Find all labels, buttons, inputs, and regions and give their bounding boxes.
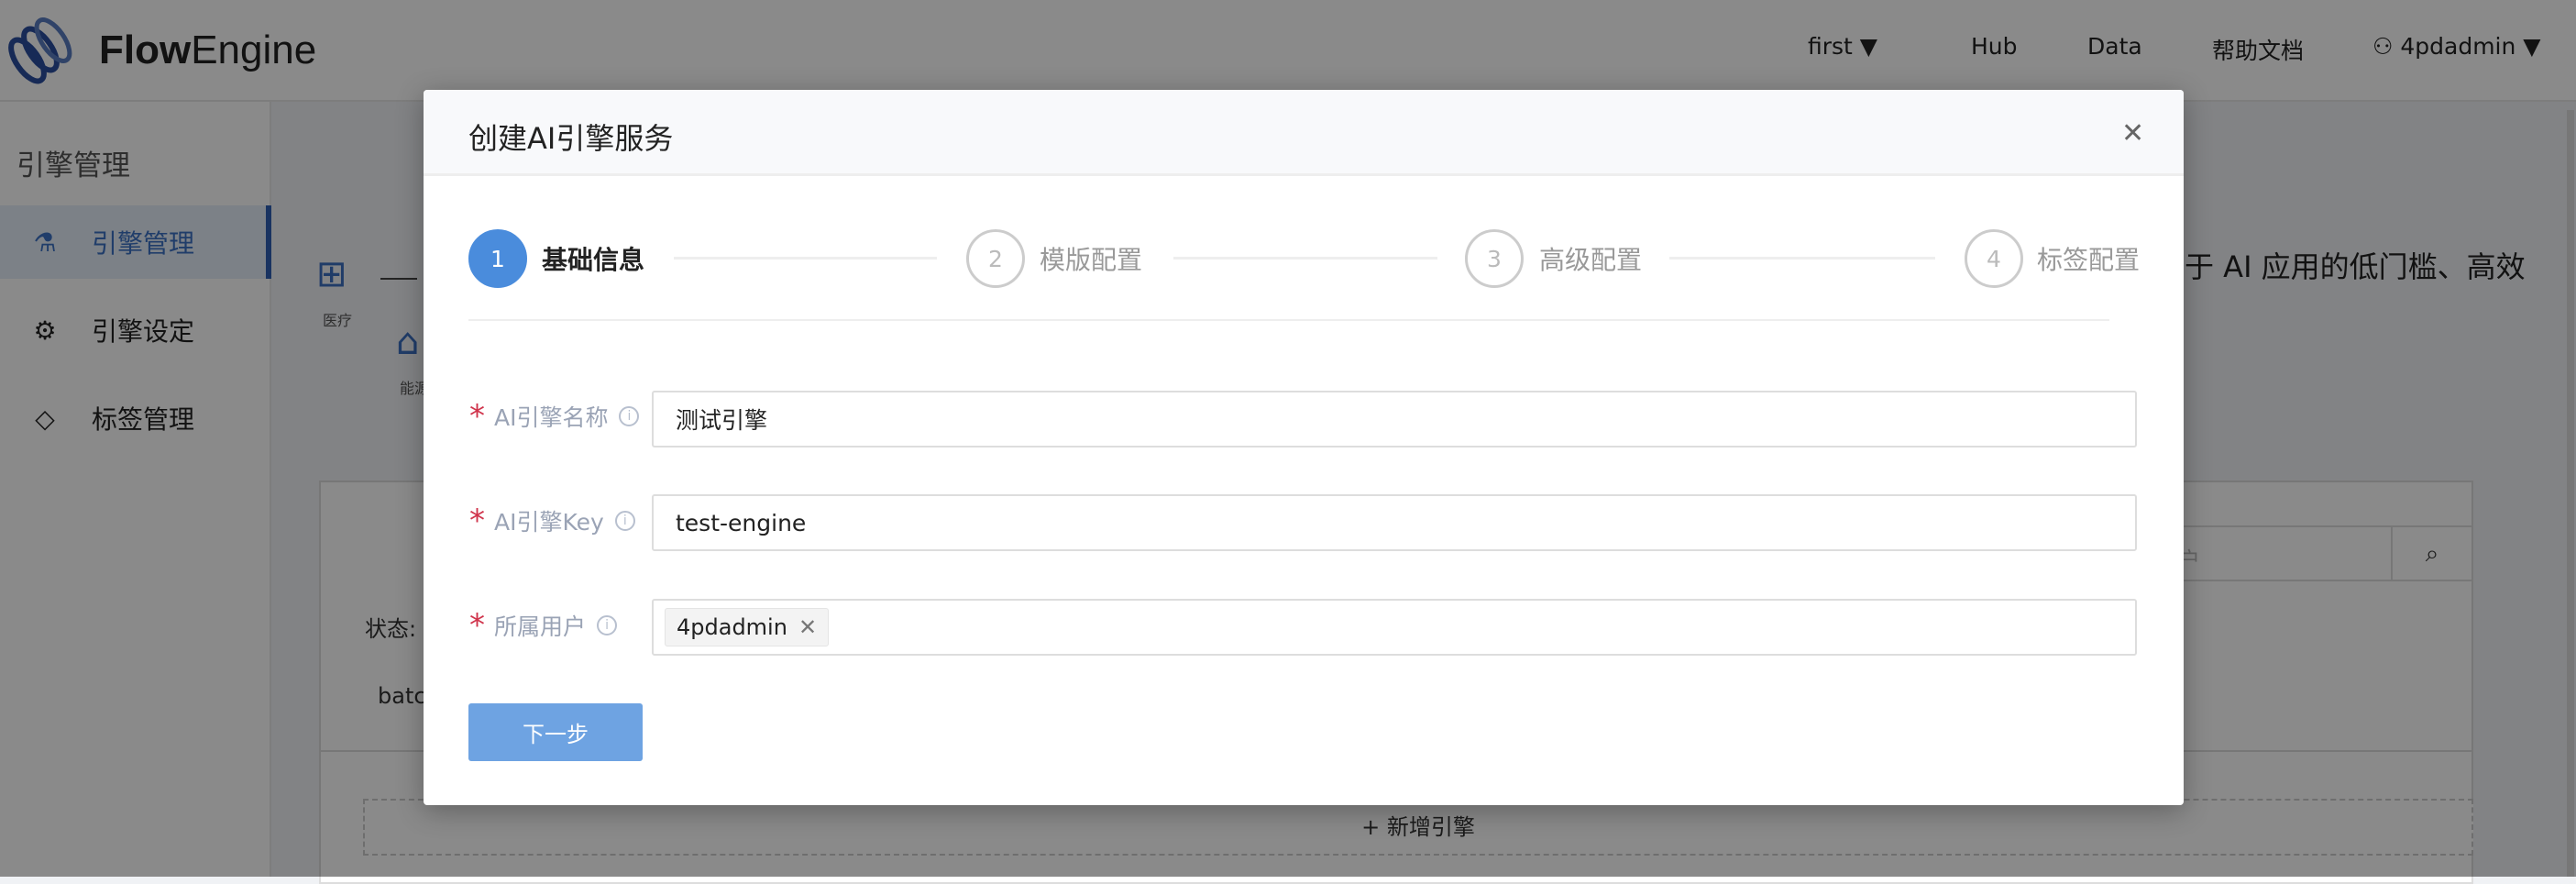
info-icon[interactable]: i — [597, 615, 618, 635]
step-connector — [674, 257, 937, 260]
step-2-label: 模版配置 — [1040, 245, 1143, 275]
step-2-circle: 2 — [966, 229, 1025, 288]
close-icon[interactable]: ✕ — [2121, 117, 2144, 149]
step-3-label: 高级配置 — [1539, 245, 1643, 275]
step-1-circle: 1 — [468, 229, 527, 288]
step-3-circle: 3 — [1465, 229, 1524, 288]
create-engine-modal: 创建AI引擎服务 ✕ 1 基础信息 2 模版配置 3 高级配置 4 标签配置 *… — [424, 90, 2184, 805]
engine-name-input[interactable]: 测试引擎 — [652, 391, 2137, 448]
modal-title: 创建AI引擎服务 — [468, 121, 674, 156]
owner-user-select[interactable]: 4pdadmin ✕ — [652, 599, 2137, 656]
step-4-label: 标签配置 — [2037, 245, 2141, 275]
step-4-circle: 4 — [1965, 229, 2023, 288]
step-connector — [1173, 257, 1437, 260]
engine-key-input[interactable]: test-engine — [652, 494, 2137, 551]
engine-key-label: * AI引擎Key i — [469, 503, 635, 539]
next-step-button[interactable]: 下一步 — [468, 703, 643, 761]
step-1-label: 基础信息 — [542, 245, 645, 275]
steps-divider — [468, 319, 2109, 321]
owner-user-label: * 所属用户 i — [469, 607, 618, 644]
modal-header — [424, 90, 2184, 176]
info-icon[interactable]: i — [614, 511, 635, 531]
step-connector — [1669, 257, 1935, 260]
engine-name-label: * AI引擎名称 i — [469, 398, 640, 435]
info-icon[interactable]: i — [619, 406, 640, 426]
remove-tag-icon[interactable]: ✕ — [798, 614, 817, 640]
user-tag: 4pdadmin ✕ — [665, 608, 830, 646]
